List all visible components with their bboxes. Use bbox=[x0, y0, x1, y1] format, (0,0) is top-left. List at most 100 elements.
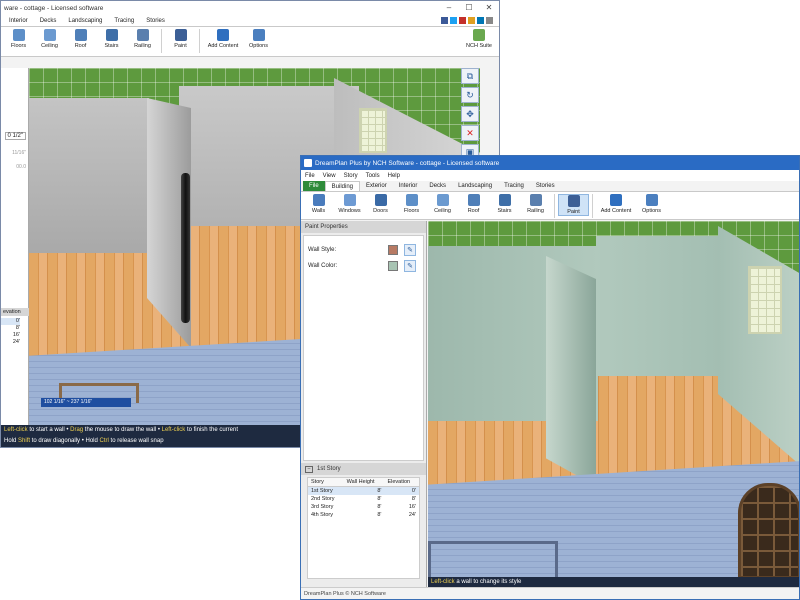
footer: DreamPlan Plus © NCH Software bbox=[301, 587, 799, 599]
tab-interior[interactable]: Interior bbox=[3, 16, 34, 26]
roof-button[interactable]: Roof bbox=[458, 194, 489, 214]
eyedropper-icon[interactable]: ✎ bbox=[404, 244, 416, 256]
tab-tracing[interactable]: Tracing bbox=[498, 181, 530, 191]
value-field[interactable]: 0 1/2" bbox=[4, 132, 26, 140]
facebook-icon[interactable] bbox=[441, 17, 448, 24]
value-text: 00.0 bbox=[16, 164, 26, 170]
linkedin-icon[interactable] bbox=[477, 17, 484, 24]
table-cell: 16' bbox=[12, 332, 20, 338]
options-button[interactable]: Options bbox=[243, 29, 274, 49]
delete-icon[interactable]: ✕ bbox=[461, 125, 479, 141]
back-wall-right bbox=[596, 236, 721, 376]
wall-color-swatch[interactable] bbox=[388, 261, 398, 271]
table-cell: 24' bbox=[12, 339, 20, 345]
walls-icon bbox=[312, 194, 325, 206]
column-header[interactable]: Wall Height bbox=[343, 478, 385, 487]
options-button[interactable]: Options bbox=[636, 194, 667, 214]
story-panel-header: – 1st Story bbox=[301, 463, 426, 475]
railing-button[interactable]: Railing bbox=[127, 29, 158, 49]
ceiling-button[interactable]: Ceiling bbox=[427, 194, 458, 214]
twitter-icon[interactable] bbox=[450, 17, 457, 24]
rss-icon[interactable] bbox=[468, 17, 475, 24]
doors-icon bbox=[374, 194, 387, 206]
column-header[interactable]: Elevation bbox=[384, 478, 419, 487]
tab-building[interactable]: Building bbox=[324, 181, 361, 191]
window bbox=[748, 266, 782, 334]
doors-button[interactable]: Doors bbox=[365, 194, 396, 214]
help-icon[interactable] bbox=[486, 17, 493, 24]
toolbar-separator bbox=[592, 194, 593, 218]
table-row[interactable]: 1st Story 8' 0' bbox=[308, 486, 419, 495]
walls-button[interactable]: Walls bbox=[303, 194, 334, 214]
add-content-button[interactable]: Add Content bbox=[203, 29, 243, 49]
column-header[interactable]: Story bbox=[308, 478, 344, 487]
tab-landscaping[interactable]: Landscaping bbox=[452, 181, 498, 191]
table-cell: 0' bbox=[1, 318, 20, 325]
paint-button[interactable]: Paint bbox=[165, 29, 196, 49]
options-icon bbox=[252, 29, 265, 41]
nch-suite-button[interactable]: NCH Suite bbox=[461, 29, 497, 49]
tab-interior[interactable]: Interior bbox=[393, 181, 424, 191]
front-status-bar: Left-click a wall to change its style bbox=[428, 577, 799, 587]
collapse-icon[interactable]: – bbox=[305, 465, 313, 473]
tab-landscaping[interactable]: Landscaping bbox=[62, 16, 108, 26]
wall-color-label: Wall Color: bbox=[308, 263, 338, 269]
railing-button[interactable]: Railing bbox=[520, 194, 551, 214]
maximize-button[interactable]: ☐ bbox=[459, 1, 479, 15]
floors-icon bbox=[12, 29, 25, 41]
tab-decks[interactable]: Decks bbox=[423, 181, 452, 191]
ceiling-button[interactable]: Ceiling bbox=[34, 29, 65, 49]
front-toolbar: Walls Windows Doors Floors Ceiling Roof … bbox=[301, 192, 799, 220]
table-row[interactable]: 3rd Story 8' 16' bbox=[308, 503, 419, 511]
rotate-icon[interactable]: ↻ bbox=[461, 87, 479, 103]
tab-decks[interactable]: Decks bbox=[34, 16, 63, 26]
back-tabs: Interior Decks Landscaping Tracing Stori… bbox=[1, 15, 499, 27]
menu-view[interactable]: View bbox=[323, 173, 336, 179]
wall-style-swatch[interactable] bbox=[388, 245, 398, 255]
options-icon bbox=[645, 194, 658, 206]
roof-button[interactable]: Roof bbox=[65, 29, 96, 49]
nch-suite-icon bbox=[473, 29, 485, 41]
ribbon-tabs: File Building Exterior Interior Decks La… bbox=[301, 181, 799, 192]
tab-file[interactable]: File bbox=[303, 181, 325, 191]
back-title: ware - cottage - Licensed software bbox=[4, 4, 104, 12]
menu-help[interactable]: Help bbox=[388, 173, 400, 179]
story-table: Story Wall Height Elevation 1st Story 8'… bbox=[308, 478, 419, 519]
menu-story[interactable]: Story bbox=[344, 173, 358, 179]
tab-stories[interactable]: Stories bbox=[530, 181, 561, 191]
table-header: evation bbox=[1, 308, 29, 316]
table-row[interactable]: 2nd Story 8' 8' bbox=[308, 495, 419, 503]
wall-style-row: Wall Style: ✎ bbox=[304, 242, 423, 258]
wall-color-row: Wall Color: ✎ bbox=[304, 258, 423, 274]
floors-button[interactable]: Floors bbox=[396, 194, 427, 214]
tab-exterior[interactable]: Exterior bbox=[360, 181, 393, 191]
floors-button[interactable]: Floors bbox=[3, 29, 34, 49]
stairs-icon bbox=[498, 194, 511, 206]
move-icon[interactable]: ✥ bbox=[461, 106, 479, 122]
menu-bar: File View Story Tools Help bbox=[301, 170, 799, 181]
stairs-button[interactable]: Stairs bbox=[489, 194, 520, 214]
paint-button[interactable]: Paint bbox=[558, 194, 589, 216]
stairs-button[interactable]: Stairs bbox=[96, 29, 127, 49]
railing-icon bbox=[136, 29, 149, 41]
minimize-button[interactable]: – bbox=[439, 1, 459, 15]
eyedropper-icon[interactable]: ✎ bbox=[404, 260, 416, 272]
front-3d-viewport[interactable] bbox=[428, 221, 799, 579]
youtube-icon[interactable] bbox=[459, 17, 466, 24]
tab-stories[interactable]: Stories bbox=[140, 16, 171, 26]
add-content-button[interactable]: Add Content bbox=[596, 194, 636, 214]
partition-wall bbox=[546, 256, 596, 486]
roof-icon bbox=[467, 194, 480, 206]
front-door bbox=[738, 483, 799, 579]
menu-file[interactable]: File bbox=[305, 173, 315, 179]
copy-icon[interactable]: ⧉ bbox=[461, 68, 479, 84]
paint-properties-header: Paint Properties bbox=[301, 221, 426, 233]
close-button[interactable]: ✕ bbox=[479, 1, 499, 15]
menu-tools[interactable]: Tools bbox=[366, 173, 380, 179]
roof-icon bbox=[74, 29, 87, 41]
story-panel-title: 1st Story bbox=[317, 466, 341, 472]
table-row[interactable]: 4th Story 8' 24' bbox=[308, 511, 419, 519]
value-text: 11/16" bbox=[12, 150, 26, 156]
tab-tracing[interactable]: Tracing bbox=[108, 16, 140, 26]
windows-button[interactable]: Windows bbox=[334, 194, 365, 214]
